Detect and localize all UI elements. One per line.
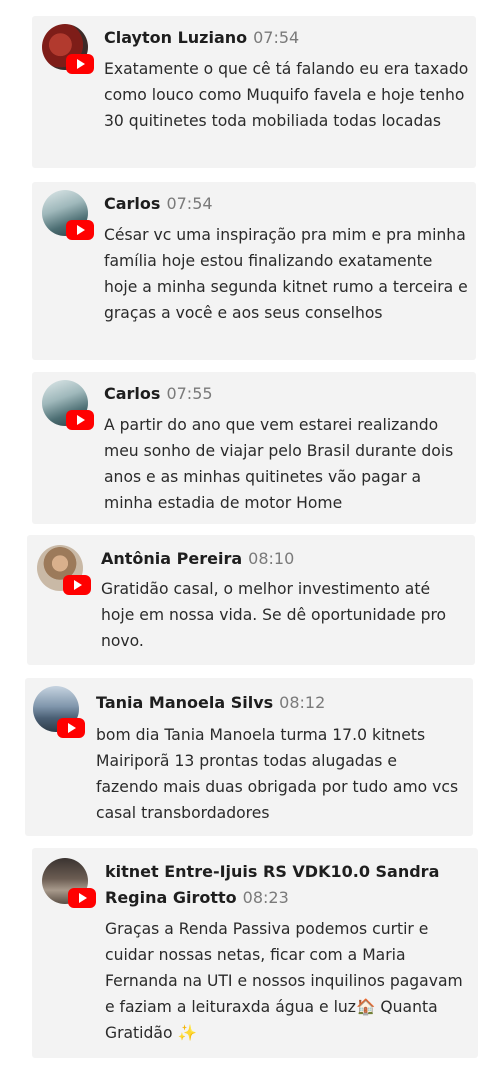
- youtube-icon: [66, 410, 94, 430]
- comment-header: Carlos 07:54: [104, 191, 213, 217]
- comment-time: 08:23: [242, 888, 289, 907]
- comment-time: 08:10: [248, 549, 295, 568]
- comment-card: Carlos 07:55 A partir do ano que vem esta…: [32, 372, 476, 524]
- author-name: Antônia Pereira: [101, 549, 243, 568]
- comment-header: Clayton Luziano 07:54: [104, 25, 299, 51]
- comment-card: Tania Manoela Silvs 08:12 bom dia Tania M…: [25, 678, 473, 836]
- comment-card: Carlos 07:54 César vc uma inspiração pra …: [32, 182, 476, 360]
- youtube-icon: [57, 718, 85, 738]
- comment-time: 08:12: [279, 693, 326, 712]
- comment-text: César vc uma inspiração pra mim e pra mi…: [104, 226, 468, 322]
- comment-card: kitnet Entre-Ijuis RS VDK10.0 Sandra Reg…: [32, 848, 478, 1058]
- comment-text: bom dia Tania Manoela turma 17.0 kitnets…: [96, 726, 459, 822]
- comment-card: Clayton Luziano 07:54 Exatamente o que cê…: [32, 16, 476, 168]
- comment-card: Antônia Pereira 08:10 Gratidão casal, o m…: [27, 535, 475, 665]
- author-name: Carlos: [104, 194, 161, 213]
- comment-header: Carlos 07:55: [104, 381, 213, 407]
- comment-time: 07:54: [166, 194, 213, 213]
- comment-text: Gratidão casal, o melhor investimento at…: [101, 580, 447, 650]
- author-name: Carlos: [104, 384, 161, 403]
- comment-header: Tania Manoela Silvs 08:12: [96, 690, 325, 716]
- youtube-icon: [66, 54, 94, 74]
- comment-time: 07:55: [166, 384, 213, 403]
- comment-header: kitnet Entre-Ijuis RS VDK10.0 Sandra Reg…: [105, 859, 455, 911]
- youtube-icon: [63, 575, 91, 595]
- comment-text: Graças a Renda Passiva podemos curtir e …: [105, 920, 463, 1042]
- comment-time: 07:54: [253, 28, 300, 47]
- author-name: Tania Manoela Silvs: [96, 693, 274, 712]
- comment-text: A partir do ano que vem estarei realizan…: [104, 416, 454, 512]
- comment-text: Exatamente o que cê tá falando eu era ta…: [104, 60, 469, 130]
- comment-header: Antônia Pereira 08:10: [101, 546, 294, 572]
- author-name: Clayton Luziano: [104, 28, 248, 47]
- youtube-icon: [66, 220, 94, 240]
- youtube-icon: [68, 888, 96, 908]
